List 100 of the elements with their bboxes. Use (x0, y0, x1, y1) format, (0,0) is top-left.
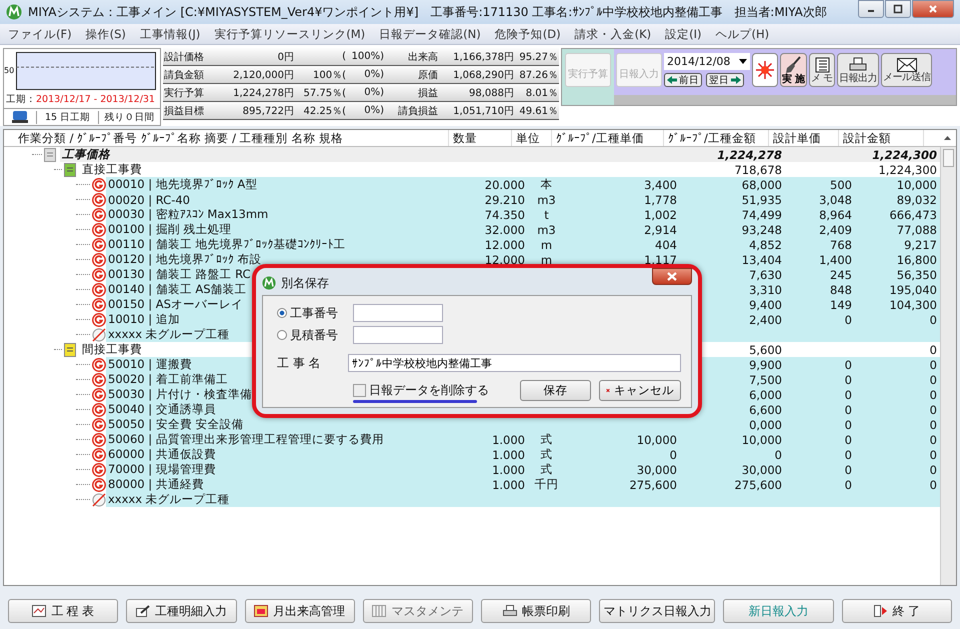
table-cell-text: 77,088 (896, 222, 938, 237)
table-cell-text: m3 (536, 222, 557, 237)
table-cell-text: 30,000 (636, 462, 678, 477)
summary-ratio: 0%) (347, 102, 385, 120)
table-cell-text: 195,040 (888, 282, 938, 297)
table-cell-text: 9,217 (903, 237, 938, 252)
table-cell-text: 0 (928, 432, 938, 447)
table-cell-text: 1,224,300 (871, 147, 938, 162)
table-cell-text: m3 (536, 192, 557, 207)
table-cell-text: 3,048 (818, 192, 853, 207)
table-cell-text: 149 (829, 297, 853, 312)
summary-ratio: 0%) (347, 66, 385, 84)
table-cell-text: t (543, 207, 550, 222)
summary-label: 実行予算 (163, 84, 213, 102)
table-cell-text: 0 (844, 402, 853, 417)
column-header: 単位 (512, 130, 552, 146)
summary-amount: 895,722円 (213, 102, 295, 120)
summary-label: 出来高 (385, 48, 439, 66)
table-cell-text: 式 (540, 432, 554, 447)
table-cell-text: 500 (829, 177, 853, 192)
remaining-label: 残り０日間 (98, 110, 160, 124)
table-cell-text: 0,000 (748, 417, 783, 432)
table-cell-text: 0 (928, 312, 938, 327)
table-cell-text: 2,400 (748, 312, 783, 327)
summary-label: 請負損益 (385, 102, 439, 120)
period-label: 工期： (6, 92, 36, 106)
summary-label: 設計価格 (163, 48, 213, 66)
table-cell-text: 1,002 (643, 207, 678, 222)
axis-label: 50 (4, 66, 16, 76)
table-cell-text: 0 (774, 447, 783, 462)
table-cell-text: 93,248 (740, 222, 783, 237)
table-cell-text: 0 (844, 387, 853, 402)
summary-amount: 1,166,378円 (439, 48, 515, 66)
summary-label: 請負金額 (163, 66, 213, 84)
table-cell-text: 0 (844, 312, 853, 327)
summary-ratio: 100%) (347, 48, 385, 66)
table-cell-text: 8,964 (818, 207, 853, 222)
table-cell-text: 51,935 (740, 192, 783, 207)
table-cell-text: 10,000 (896, 177, 938, 192)
table-cell-text: 1.000 (491, 447, 526, 462)
table-cell-text: m (540, 252, 554, 267)
summary-ratio: 87.26％ (515, 66, 559, 84)
summary-ratio: 42.25％( (295, 102, 347, 120)
table-cell-text: 0 (844, 357, 853, 372)
field-label: 工 事 名 (277, 354, 322, 372)
table-cell-text: 1.000 (491, 462, 526, 477)
table-cell-text: 6,600 (748, 402, 783, 417)
table-cell-text: 0 (928, 342, 938, 357)
table-cell-text: 68,000 (740, 177, 783, 192)
table-cell-text: 1,778 (643, 192, 678, 207)
duration-label: 15 日工期 (36, 110, 98, 124)
table-cell-text: 29.210 (484, 192, 526, 207)
summary-ratio: ( (295, 48, 347, 66)
period-dates: 2013/12/17 - 2013/12/31 (36, 94, 155, 105)
summary-ratio: 95.27％ (515, 48, 559, 66)
table-cell-text: 16,800 (896, 252, 938, 267)
table-cell-text: 9,400 (748, 297, 783, 312)
table-cell-text: 千円 (534, 477, 560, 492)
table-cell-text: 0 (928, 372, 938, 387)
table-cell-text: 3,310 (748, 282, 783, 297)
table-cell-text: 式 (540, 462, 554, 477)
summary-label: 損益目標 (163, 102, 213, 120)
column-header: 数量 (449, 130, 512, 146)
summary-amount: 98,088円 (439, 84, 515, 102)
table-cell-text: 7,500 (748, 372, 783, 387)
table-cell-text: 0 (844, 462, 853, 477)
summary-amount: 1,051,710円 (439, 102, 515, 120)
dialog-title: 別名保存 (281, 274, 330, 292)
column-header: ｸﾞﾙｰﾌﾟ/工種金額 (664, 130, 769, 146)
table-cell-text: 9,900 (748, 357, 783, 372)
column-header: 作業分類 / ｸﾞﾙｰﾌﾟ番号 ｸﾞﾙｰﾌﾟ名称 摘要 / 工種種別 名称 規格 (4, 130, 449, 146)
summary-ratio: 8.01％ (515, 84, 559, 102)
table-cell-text: 56,350 (896, 267, 938, 282)
summary-ratio: 100％( (295, 66, 347, 84)
table-cell-text: 30,000 (740, 462, 783, 477)
table-cell-text: 0 (844, 372, 853, 387)
summary-amount: 1,068,290円 (439, 66, 515, 84)
window-title: MIYAシステム：工事メイン [C:¥MIYASYSTEM_Ver4¥ワンポイント用¥] 工事番号:171130 工事名:ｻﾝﾌﾟﾙ中学校校地内整備工事 担当者:MIYA次郎 (28, 4, 828, 20)
table-cell-text: 32.000 (484, 222, 526, 237)
table-cell-text: 404 (654, 237, 678, 252)
summary-amount: 0円 (213, 48, 295, 66)
table-cell-text: 1,224,300 (877, 162, 938, 177)
table-cell-text: 666,473 (888, 207, 938, 222)
column-header: 設計単価 (769, 130, 839, 146)
table-cell-text: m (540, 237, 554, 252)
table-cell-text: 7,630 (748, 267, 783, 282)
summary-ratio: 49.61％ (515, 102, 559, 120)
table-cell-text: 0 (928, 402, 938, 417)
table-cell-text: 12.000 (484, 237, 526, 252)
table-cell-text: 式 (540, 447, 554, 462)
table-cell-text: 0 (844, 447, 853, 462)
summary-label: 損益 (385, 84, 439, 102)
table-cell-text: 2,914 (643, 222, 678, 237)
table-cell-text: 5,600 (748, 342, 783, 357)
table-cell-text: 0 (928, 387, 938, 402)
table-cell-text: 本 (540, 177, 554, 192)
table-cell-text: 275,600 (733, 477, 783, 492)
table-cell-text: 245 (829, 267, 853, 282)
table-cell-text: 104,300 (888, 297, 938, 312)
table-cell-text: 0 (928, 447, 938, 462)
